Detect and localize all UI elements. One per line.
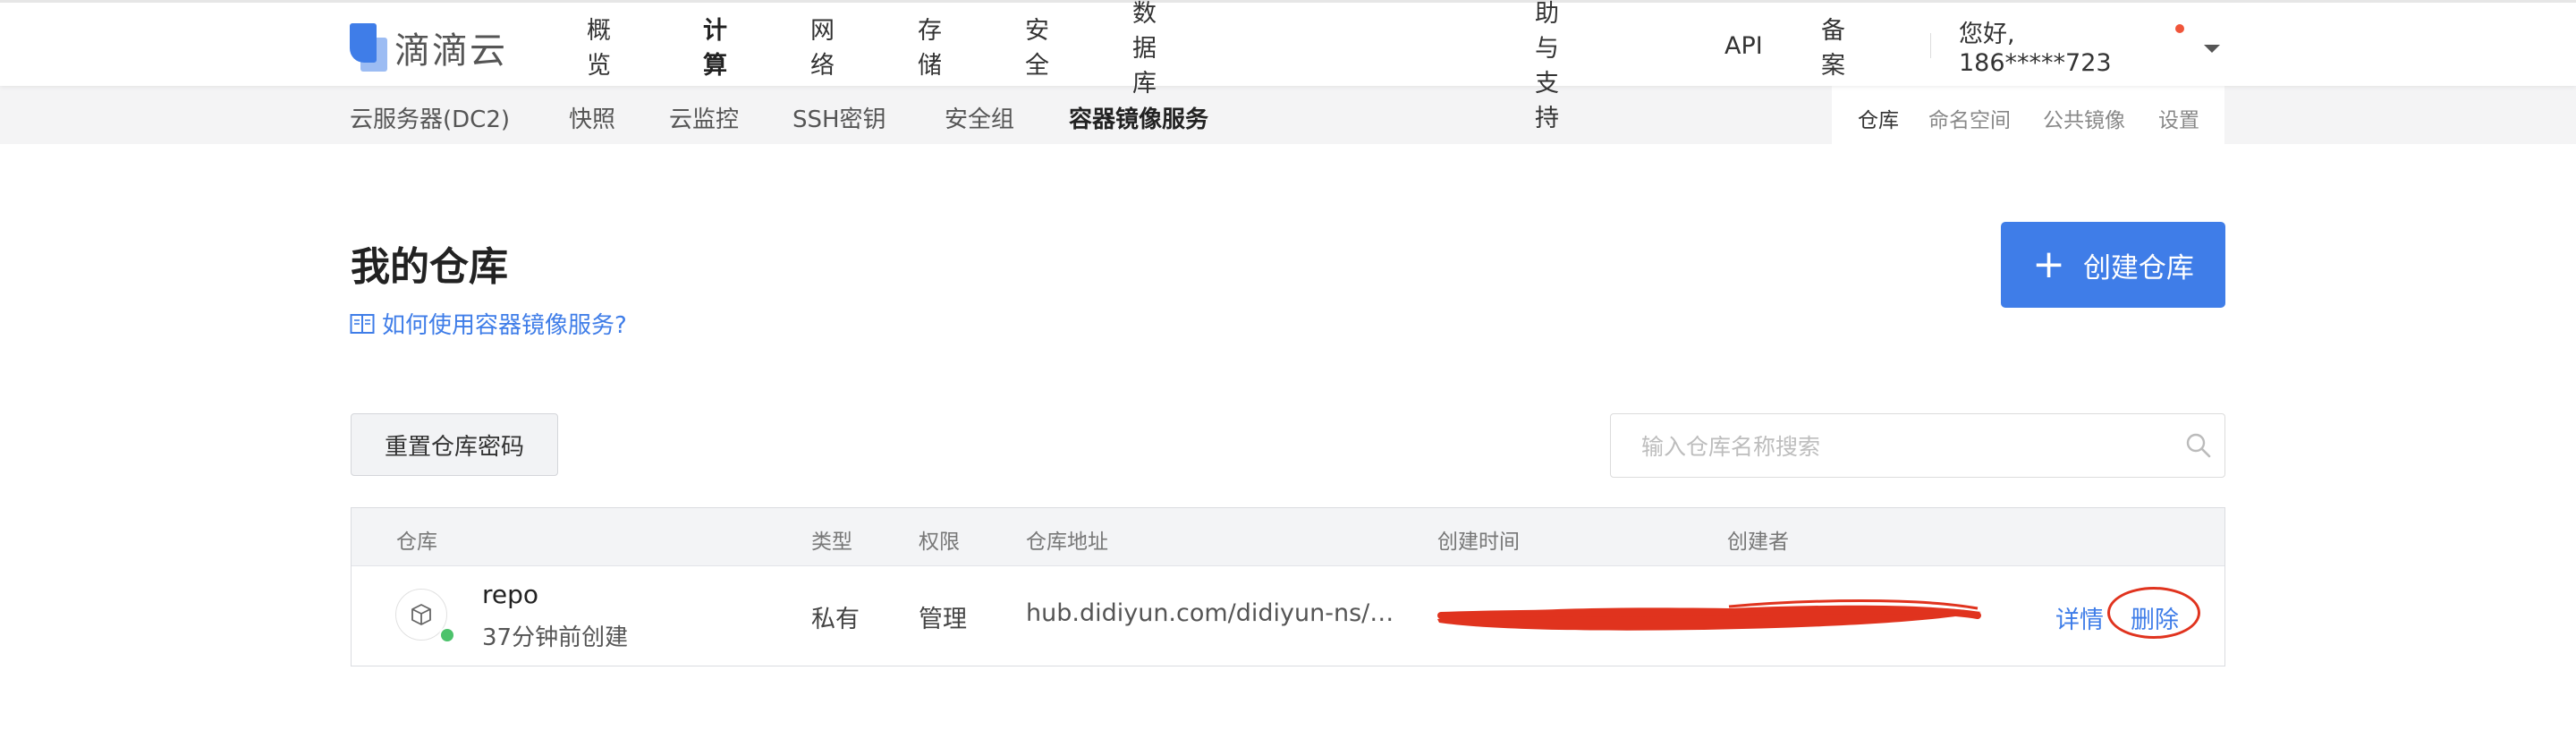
registry-subnav: 仓库 命名空间 公共镜像 设置: [1832, 86, 2224, 144]
column-header-creator: 创建者: [1727, 531, 1789, 554]
repository-address[interactable]: hub.didiyun.com/didiyun-ns/…: [1026, 599, 1394, 627]
subnav-item-dc2[interactable]: 云服务器(DC2): [350, 101, 510, 134]
nav-item-network[interactable]: 网络: [810, 11, 835, 81]
column-header-repository: 仓库: [396, 531, 437, 554]
user-menu[interactable]: 您好, 186*****723: [1959, 14, 2112, 77]
brand-name: 滴滴云: [394, 30, 507, 72]
nav-divider: [1930, 33, 1931, 58]
subnav-item-snapshot[interactable]: 快照: [569, 101, 615, 134]
nav-item-security[interactable]: 安全: [1025, 11, 1049, 81]
nav-item-compute[interactable]: 计算: [703, 11, 727, 81]
delete-highlight-circle: [2107, 587, 2200, 639]
redaction-scribble: [1437, 599, 1981, 631]
nav-item-overview[interactable]: 概览: [587, 11, 611, 81]
search-box: [1610, 413, 2225, 479]
repository-created-relative: 37分钟前创建: [482, 624, 629, 651]
tab-repositories[interactable]: 仓库: [1858, 103, 1899, 133]
top-navigation-bar: 滴滴云 概览 计算 网络 存储 安全 数据库 帮助与支持 API 备案 您好, …: [0, 0, 2576, 132]
column-header-created-at: 创建时间: [1437, 531, 1520, 554]
search-input[interactable]: [1640, 414, 2162, 479]
column-header-address: 仓库地址: [1026, 531, 1108, 554]
help-link-label: 如何使用容器镜像服务?: [382, 312, 627, 339]
table-header: 仓库 类型 权限 仓库地址 创建时间 创建者: [352, 508, 2224, 566]
subnav-item-monitor[interactable]: 云监控: [669, 101, 739, 134]
plus-icon: +: [2032, 242, 2065, 287]
search-icon[interactable]: [2185, 432, 2212, 459]
column-header-type: 类型: [811, 531, 852, 554]
page-title: 我的仓库: [351, 244, 508, 290]
subnav-item-container-registry[interactable]: 容器镜像服务: [1069, 101, 1208, 134]
status-dot: [439, 627, 455, 643]
chevron-down-icon[interactable]: [2204, 45, 2220, 53]
repository-type: 私有: [811, 606, 860, 633]
nav-item-storage[interactable]: 存储: [918, 11, 942, 81]
logo-icon: [350, 21, 389, 73]
nav-item-help[interactable]: 帮助与支持: [1535, 0, 1559, 133]
subnav-item-security-group[interactable]: 安全组: [945, 101, 1014, 134]
repository-permission: 管理: [919, 606, 967, 633]
brand-logo[interactable]: 滴滴云: [350, 21, 507, 74]
subnav-item-ssh-key[interactable]: SSH密钥: [792, 101, 886, 134]
tab-settings[interactable]: 设置: [2158, 103, 2199, 133]
package-icon: [411, 604, 431, 625]
notification-dot: [2175, 24, 2184, 33]
tab-namespaces[interactable]: 命名空间: [1928, 103, 2011, 133]
repository-name[interactable]: repo: [482, 580, 538, 609]
create-repository-label: 创建仓库: [2082, 251, 2194, 284]
column-header-permission: 权限: [919, 531, 960, 554]
repository-table: 仓库 类型 权限 仓库地址 创建时间 创建者 repo 37分钟前创建 私有 管…: [351, 507, 2225, 666]
create-repository-button[interactable]: + 创建仓库: [2001, 222, 2225, 308]
reset-password-button[interactable]: 重置仓库密码: [351, 413, 558, 476]
tab-public-images[interactable]: 公共镜像: [2043, 103, 2125, 133]
book-icon: [350, 313, 375, 334]
nav-item-database[interactable]: 数据库: [1132, 0, 1157, 98]
nav-item-api[interactable]: API: [1724, 32, 1763, 60]
nav-item-filing[interactable]: 备案: [1821, 11, 1845, 81]
details-link[interactable]: 详情: [2055, 600, 2104, 635]
help-link[interactable]: 如何使用容器镜像服务?: [350, 307, 627, 340]
